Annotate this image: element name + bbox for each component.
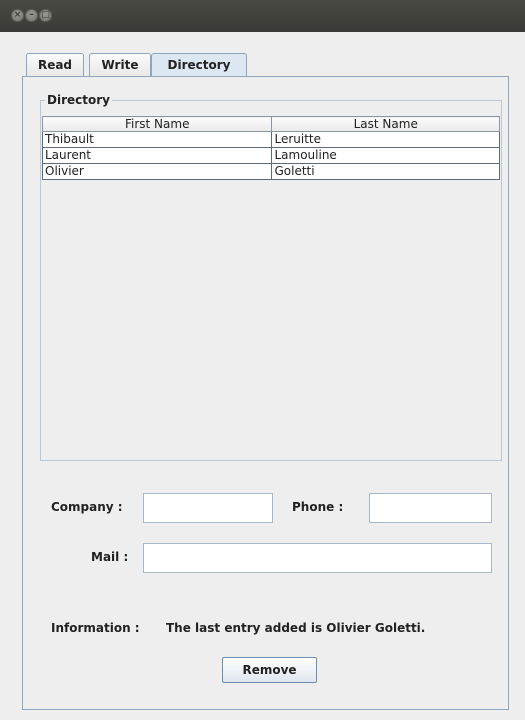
cell-last-name[interactable]: Goletti [271, 163, 500, 180]
phone-label: Phone : [292, 500, 344, 514]
cell-first-name[interactable]: Thibault [41, 131, 273, 148]
table-row[interactable]: Thibault Leruitte [41, 131, 500, 148]
directory-group-title: Directory [47, 93, 110, 107]
title-bar: × – □ [0, 0, 525, 32]
remove-button[interactable]: Remove [222, 657, 317, 683]
minimize-icon: – [29, 10, 34, 20]
company-input[interactable] [143, 493, 273, 523]
company-label: Company : [51, 500, 123, 514]
minimize-window-button[interactable]: – [25, 9, 38, 22]
directory-table[interactable]: First Name Last Name Thibault Leruitte L… [41, 116, 500, 180]
tab-read[interactable]: Read [26, 53, 84, 76]
mail-label: Mail : [91, 550, 129, 564]
column-header-last-name[interactable]: Last Name [271, 116, 500, 132]
maximize-window-button[interactable]: □ [39, 9, 52, 22]
phone-input[interactable] [369, 493, 492, 523]
tab-write[interactable]: Write [89, 53, 151, 76]
app-window: × – □ Read Write Directory Directory Fir… [0, 0, 525, 720]
cell-last-name[interactable]: Lamouline [271, 147, 500, 164]
mail-input[interactable] [143, 543, 492, 573]
table-row[interactable]: Laurent Lamouline [41, 147, 500, 164]
maximize-icon: □ [41, 10, 50, 20]
tab-panel-directory: Directory First Name Last Name Thibault … [22, 76, 509, 710]
cell-first-name[interactable]: Olivier [41, 163, 273, 180]
tab-directory[interactable]: Directory [151, 53, 247, 78]
table-header-row: First Name Last Name [41, 116, 500, 132]
close-icon: × [13, 10, 22, 20]
cell-last-name[interactable]: Leruitte [271, 131, 500, 148]
information-label: Information : [51, 621, 140, 635]
table-row[interactable]: Olivier Goletti [41, 163, 500, 180]
information-text: The last entry added is Olivier Goletti. [166, 621, 426, 635]
close-window-button[interactable]: × [11, 9, 24, 22]
column-header-first-name[interactable]: First Name [41, 116, 273, 132]
cell-first-name[interactable]: Laurent [41, 147, 273, 164]
